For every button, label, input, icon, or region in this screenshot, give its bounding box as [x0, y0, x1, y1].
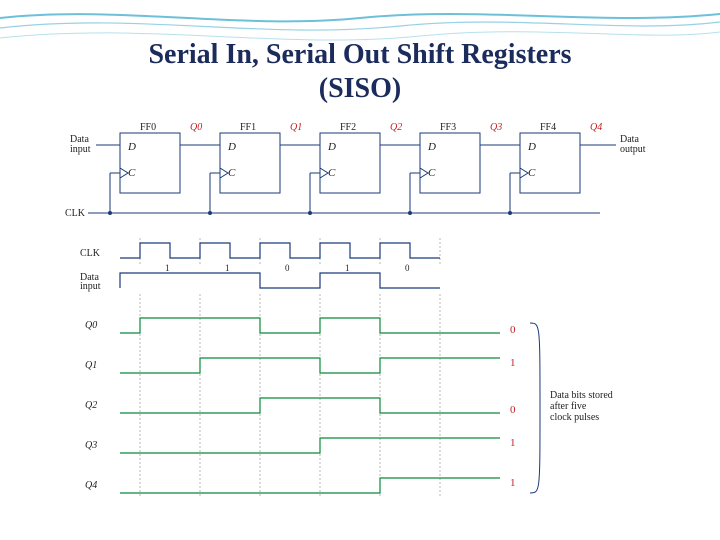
data-output-label: Dataoutput	[620, 134, 646, 155]
stored-bit: 1	[510, 437, 516, 449]
pin-d: D	[427, 141, 436, 153]
clk-label: CLK	[65, 208, 86, 219]
data-bit: 1	[165, 263, 170, 273]
timing-row-label: Q4	[85, 480, 97, 491]
stored-bit: 1	[510, 477, 516, 489]
stored-bit: 1	[510, 357, 516, 369]
ff1: D C FF1	[220, 122, 280, 193]
ff0: D C FF0	[120, 122, 180, 193]
timing-row-label: Q2	[85, 400, 97, 411]
siso-diagram: D C FF0 D C FF1 D C FF2 D C FF3	[60, 118, 660, 518]
ff-name: FF2	[340, 122, 356, 133]
pin-c: C	[128, 167, 136, 179]
q-tap: Q3	[490, 122, 502, 133]
timing-data-label: Datainput	[80, 272, 101, 292]
pin-d: D	[227, 141, 236, 153]
data-input-label: Datainput	[70, 134, 91, 155]
timing-row-label: Q1	[85, 360, 97, 371]
timing-row-label: Q0	[85, 320, 97, 331]
ff-name: FF0	[140, 122, 156, 133]
stored-bit: 0	[510, 324, 516, 336]
data-bit: 0	[405, 263, 410, 273]
timing-clk-label: CLK	[80, 248, 101, 259]
stored-bit: 0	[510, 404, 516, 416]
q-tap: Q0	[190, 122, 202, 133]
q-tap: Q1	[290, 122, 302, 133]
ff3: D C FF3	[420, 122, 480, 193]
brace-icon	[530, 323, 540, 493]
pin-d: D	[127, 141, 136, 153]
pin-c: C	[228, 167, 236, 179]
data-bit: 0	[285, 263, 290, 273]
timing-caption: Data bits stored after five clock pulses	[550, 390, 615, 423]
diagram-area: D C FF0 D C FF1 D C FF2 D C FF3	[60, 118, 660, 518]
timing-row-label: Q3	[85, 440, 97, 451]
q-tap: Q4	[590, 122, 602, 133]
pin-d: D	[527, 141, 536, 153]
ff-name: FF4	[540, 122, 556, 133]
circuit-block: D C FF0 D C FF1 D C FF2 D C FF3	[65, 122, 646, 219]
pin-c: C	[528, 167, 536, 179]
ff-name: FF1	[240, 122, 256, 133]
pin-c: C	[428, 167, 436, 179]
q-tap: Q2	[390, 122, 402, 133]
data-bit: 1	[225, 263, 230, 273]
pin-c: C	[328, 167, 336, 179]
title-line2: (SISO)	[319, 73, 401, 104]
ff2: D C FF2	[320, 122, 380, 193]
page-title: Serial In, Serial Out Shift Registers (S…	[0, 38, 720, 105]
title-line1: Serial In, Serial Out Shift Registers	[148, 39, 571, 70]
data-bit: 1	[345, 263, 350, 273]
ff-name: FF3	[440, 122, 456, 133]
pin-d: D	[327, 141, 336, 153]
ff4: D C FF4	[520, 122, 580, 193]
timing-diagram: CLK Datainput 1 1 0 1 0 Q0 0 Q1 1 Q2 0 Q…	[80, 238, 615, 498]
